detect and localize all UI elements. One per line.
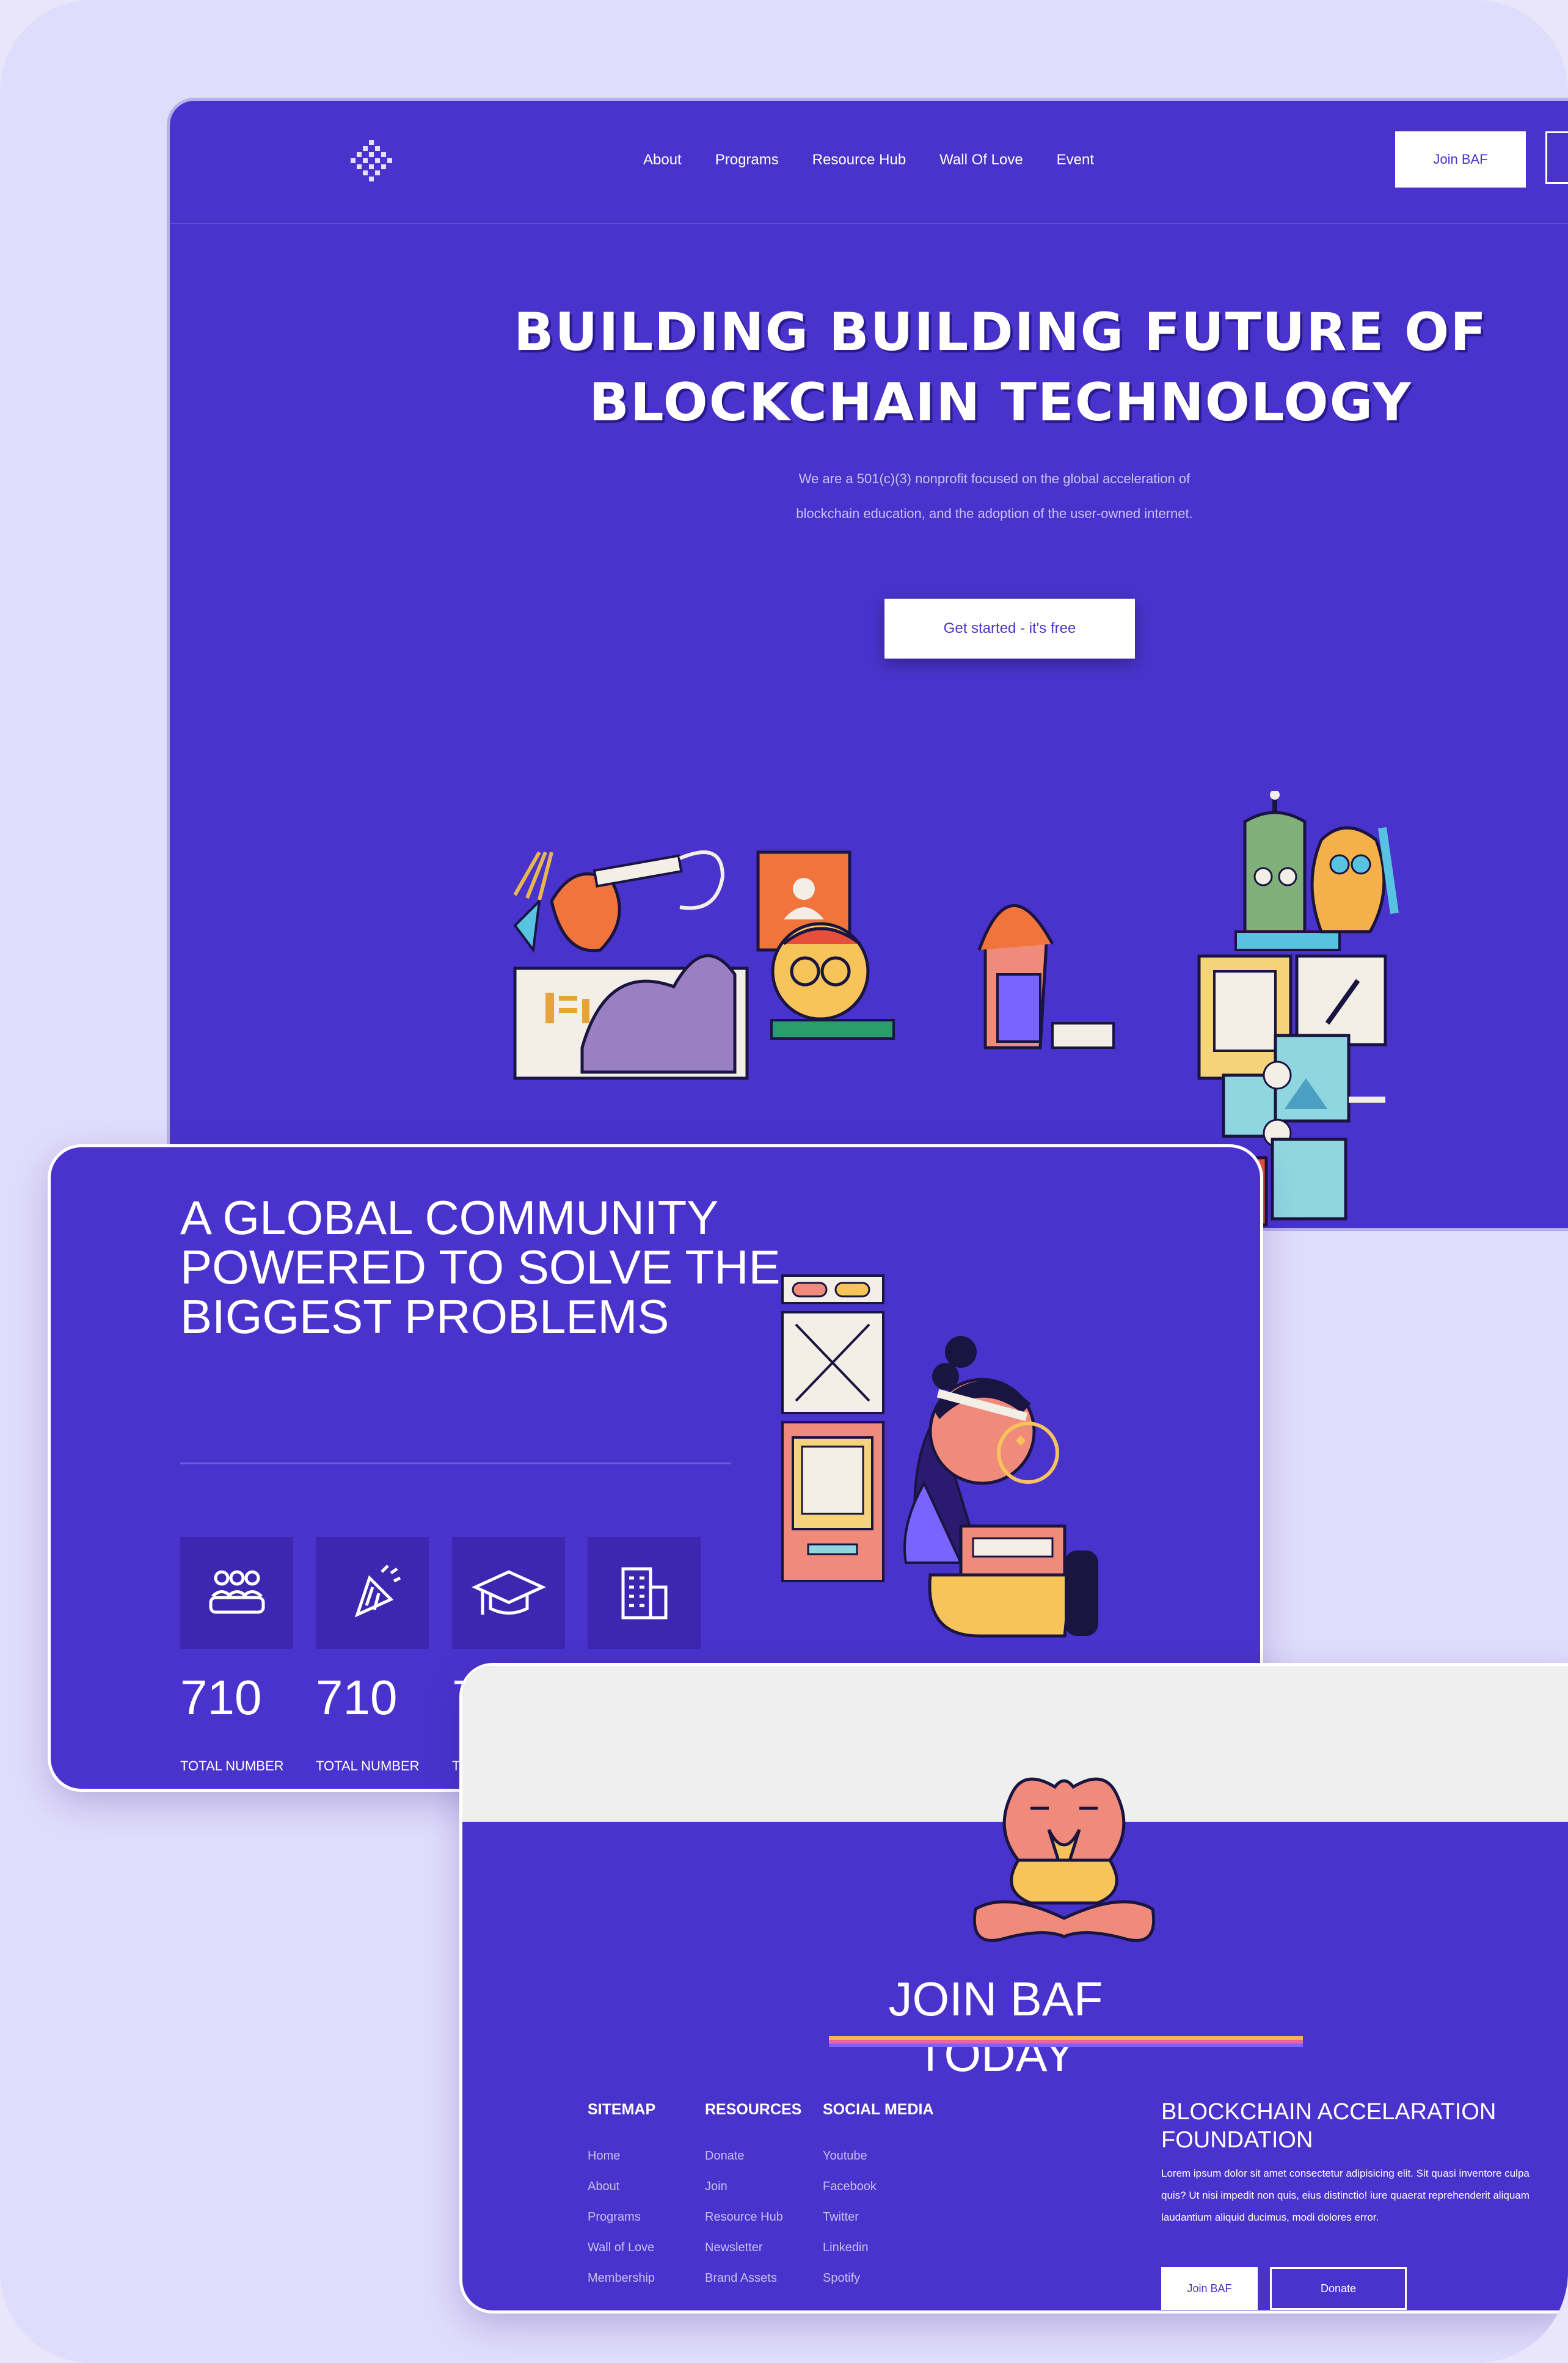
nav-links: About Programs Resource Hub Wall Of Love… — [643, 152, 1094, 169]
building-icon — [621, 1567, 667, 1619]
community-character-illustration — [781, 1274, 1098, 1638]
nav-programs[interactable]: Programs — [715, 152, 779, 169]
footer-join-button[interactable]: Join BAF — [1161, 2267, 1258, 2310]
nav-join-button[interactable]: Join BAF — [1395, 131, 1526, 188]
nav-about[interactable]: About — [643, 152, 682, 169]
footer-link-home[interactable]: Home — [588, 2149, 655, 2180]
stat-label-1: TOTAL NUMBER — [180, 1758, 284, 1773]
footer-link-twitter[interactable]: Twitter — [823, 2210, 934, 2241]
footer-link-programs[interactable]: Programs — [588, 2210, 655, 2241]
footer-link-linkedin[interactable]: Linkedin — [823, 2241, 934, 2271]
stat-label-3: T — [452, 1758, 461, 1773]
hero-title: BUILDING BUILDING FUTURE OF BLOCKCHAIN T… — [512, 298, 1489, 438]
footer-link-membership[interactable]: Membership — [588, 2271, 655, 2302]
community-divider — [180, 1463, 731, 1464]
stat-tile-4 — [588, 1537, 701, 1649]
footer-heading-resources: RESOURCES — [705, 2101, 802, 2118]
background-frame: About Programs Resource Hub Wall Of Love… — [0, 0, 1568, 2363]
community-title-line-1: A GLOBAL COMMUNITY — [180, 1191, 719, 1244]
hero-title-line-2: BLOCKCHAIN TECHNOLOGY — [589, 372, 1412, 433]
graduation-cap-icon — [471, 1569, 546, 1615]
nav-resource-hub[interactable]: Resource Hub — [812, 152, 906, 169]
stat-tile-2 — [316, 1537, 429, 1649]
join-title: JOIN BAF TODAY — [888, 1972, 1103, 2081]
stat-tile-1 — [180, 1537, 293, 1649]
footer-col-social: SOCIAL MEDIA Youtube Facebook Twitter Li… — [823, 2101, 934, 2302]
stat-tile-3 — [452, 1537, 565, 1649]
footer-link-brand-assets[interactable]: Brand Assets — [705, 2271, 801, 2302]
footer-link-facebook[interactable]: Facebook — [823, 2180, 934, 2210]
stat-value-1: 710 — [180, 1670, 262, 1725]
people-icon — [209, 1570, 264, 1613]
footer-link-youtube[interactable]: Youtube — [823, 2149, 934, 2180]
footer-link-resource-hub[interactable]: Resource Hub — [705, 2210, 801, 2241]
hero-screenshot-card: About Programs Resource Hub Wall Of Love… — [170, 101, 1568, 1228]
join-screenshot-card: JOIN BAF TODAY SITEMAP Home About Progra… — [462, 1666, 1568, 2310]
nav-event[interactable]: Event — [1057, 152, 1094, 169]
footer-heading-social: SOCIAL MEDIA — [823, 2101, 934, 2118]
stat-label-2: TOTAL NUMBER — [316, 1758, 420, 1773]
footer-org-name: BLOCKCHAIN ACCELARATION FOUNDATION — [1161, 2099, 1497, 2153]
footer-donate-button[interactable]: Donate — [1270, 2267, 1407, 2310]
community-title-line-2: POWERED TO SOLVE THE — [180, 1240, 781, 1294]
nav-secondary-button[interactable] — [1545, 131, 1568, 184]
stat-value-2: 710 — [316, 1670, 398, 1725]
footer-col-resources: RESOURCES Donate Join Resource Hub Newsl… — [705, 2101, 801, 2302]
footer-col-sitemap: SITEMAP Home About Programs Wall of Love… — [588, 2101, 655, 2302]
get-started-button[interactable]: Get started - it's free — [884, 599, 1135, 659]
footer-link-donate[interactable]: Donate — [705, 2149, 801, 2180]
hero-subtitle: We are a 501(c)(3) nonprofit focused on … — [796, 471, 1193, 521]
baf-logo-icon[interactable] — [347, 137, 396, 186]
footer-link-join[interactable]: Join — [705, 2180, 801, 2210]
hero-title-line-1: BUILDING BUILDING FUTURE OF — [514, 302, 1487, 363]
footer-link-spotify[interactable]: Spotify — [823, 2271, 934, 2302]
meditating-character-illustration — [972, 1777, 1156, 1942]
join-title-underline — [829, 2036, 1303, 2047]
footer-heading-sitemap: SITEMAP — [588, 2101, 656, 2118]
top-nav: About Programs Resource Hub Wall Of Love… — [170, 101, 1568, 224]
party-popper-icon — [354, 1564, 401, 1618]
community-title-line-3: BIGGEST PROBLEMS — [180, 1290, 669, 1343]
footer-link-wall-of-love[interactable]: Wall of Love — [588, 2241, 655, 2271]
community-title: A GLOBAL COMMUNITY POWERED TO SOLVE THE … — [180, 1193, 791, 1342]
footer-link-newsletter[interactable]: Newsletter — [705, 2241, 801, 2271]
footer-link-about[interactable]: About — [588, 2180, 655, 2210]
footer-org-description: Lorem ipsum dolor sit amet consectetur a… — [1161, 2168, 1530, 2223]
nav-wall-of-love[interactable]: Wall Of Love — [939, 152, 1023, 169]
